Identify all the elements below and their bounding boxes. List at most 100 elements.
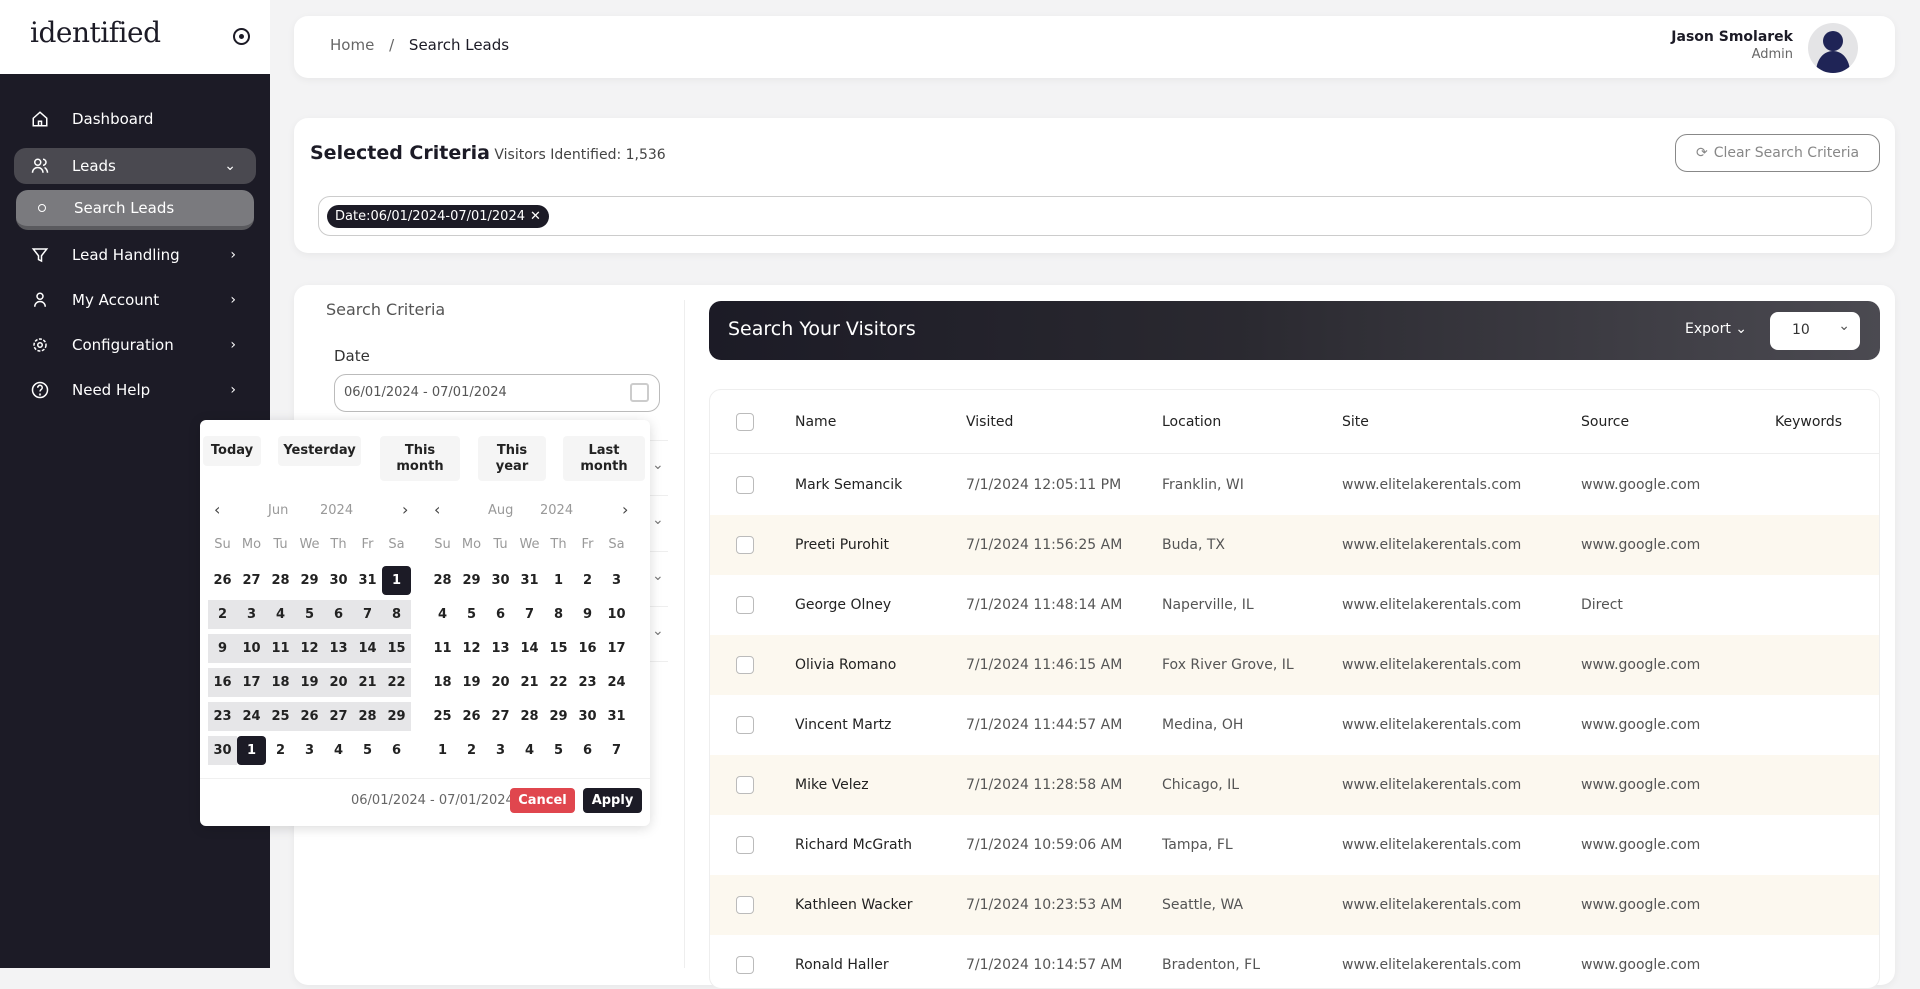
calendar-day[interactable]: 18 [266, 668, 295, 697]
sidebar-item-my-account[interactable]: My Account › [14, 282, 256, 318]
calendar-day[interactable]: 27 [324, 702, 353, 731]
select-all-checkbox[interactable] [736, 412, 754, 431]
preset-last-month[interactable]: Last month [563, 436, 645, 481]
calendar-day[interactable]: 19 [457, 668, 486, 697]
calendar-day[interactable]: 5 [457, 600, 486, 629]
calendar-day[interactable]: 23 [573, 668, 602, 697]
prev-month-icon[interactable]: ‹ [214, 500, 220, 519]
calendar-day[interactable]: 4 [428, 600, 457, 629]
calendar-day[interactable]: 6 [573, 736, 602, 765]
calendar-day[interactable]: 20 [486, 668, 515, 697]
column-header-site[interactable]: Site [1342, 414, 1369, 430]
calendar-day[interactable]: 22 [544, 668, 573, 697]
calendar-day[interactable]: 9 [208, 634, 237, 663]
calendar-day[interactable]: 1 [544, 566, 573, 595]
calendar-day[interactable]: 26 [295, 702, 324, 731]
chevron-down-icon[interactable]: ⌄ [652, 568, 664, 584]
sidebar-item-leads[interactable]: Leads ⌄ [14, 148, 256, 184]
calendar-day[interactable]: 25 [428, 702, 457, 731]
calendar-day[interactable]: 24 [237, 702, 266, 731]
calendar-day[interactable]: 28 [353, 702, 382, 731]
calendar-day[interactable]: 17 [237, 668, 266, 697]
calendar-day[interactable]: 11 [266, 634, 295, 663]
calendar-day[interactable]: 10 [602, 600, 631, 629]
row-checkbox[interactable] [736, 716, 754, 734]
column-header-source[interactable]: Source [1581, 414, 1629, 430]
calendar-day[interactable]: 5 [295, 600, 324, 629]
sidebar-item-need-help[interactable]: Need Help › [14, 372, 256, 408]
calendar-day[interactable]: 3 [486, 736, 515, 765]
next-month-icon[interactable]: › [622, 500, 628, 519]
row-checkbox[interactable] [736, 656, 754, 674]
date-range-input[interactable]: 06/01/2024 - 07/01/2024 [334, 374, 660, 412]
calendar-day[interactable]: 28 [515, 702, 544, 731]
row-checkbox[interactable] [736, 776, 754, 794]
calendar-day[interactable]: 14 [515, 634, 544, 663]
row-checkbox[interactable] [736, 956, 754, 974]
calendar-day[interactable]: 24 [602, 668, 631, 697]
calendar-day[interactable]: 9 [573, 600, 602, 629]
calendar-day[interactable]: 7 [515, 600, 544, 629]
criteria-chip-input[interactable]: Date:06/01/2024-07/01/2024 ✕ [318, 196, 1872, 236]
calendar-day[interactable]: 26 [457, 702, 486, 731]
calendar-day[interactable]: 7 [353, 600, 382, 629]
preset-today[interactable]: Today [203, 436, 261, 466]
calendar-day[interactable]: 25 [266, 702, 295, 731]
calendar-day[interactable]: 12 [295, 634, 324, 663]
calendar-day[interactable]: 18 [428, 668, 457, 697]
month-label[interactable]: Aug [488, 503, 513, 518]
chevron-down-icon[interactable]: ⌄ [652, 457, 664, 473]
calendar-day[interactable]: 30 [208, 736, 237, 765]
calendar-day[interactable]: 5 [544, 736, 573, 765]
calendar-day[interactable]: 11 [428, 634, 457, 663]
calendar-day[interactable]: 12 [457, 634, 486, 663]
calendar-day[interactable]: 28 [266, 566, 295, 595]
chevron-down-icon[interactable]: ⌄ [652, 623, 664, 639]
calendar-day[interactable]: 20 [324, 668, 353, 697]
clear-search-criteria-button[interactable]: ⟳ Clear Search Criteria [1675, 134, 1880, 172]
row-checkbox[interactable] [736, 596, 754, 614]
calendar-day[interactable]: 30 [573, 702, 602, 731]
calendar-day[interactable]: 7 [602, 736, 631, 765]
calendar-day[interactable]: 15 [382, 634, 411, 663]
chip-remove-icon[interactable]: ✕ [530, 209, 541, 224]
row-checkbox[interactable] [736, 476, 754, 494]
calendar-day[interactable]: 13 [324, 634, 353, 663]
sidebar-item-configuration[interactable]: Configuration › [14, 327, 256, 363]
calendar-day[interactable]: 30 [486, 566, 515, 595]
calendar-day[interactable]: 5 [353, 736, 382, 765]
calendar-day[interactable]: 2 [457, 736, 486, 765]
calendar-day[interactable]: 4 [266, 600, 295, 629]
preset-this-year[interactable]: This year [478, 436, 546, 481]
table-row[interactable]: George Olney 7/1/2024 11:48:14 AM Napervil… [710, 575, 1879, 635]
breadcrumb-home[interactable]: Home [330, 36, 374, 54]
calendar-day[interactable]: 2 [266, 736, 295, 765]
calendar-day[interactable]: 29 [544, 702, 573, 731]
apply-button[interactable]: Apply [583, 788, 642, 813]
column-header-name[interactable]: Name [795, 414, 836, 430]
calendar-day[interactable]: 10 [237, 634, 266, 663]
calendar-day[interactable]: 23 [208, 702, 237, 731]
table-row[interactable]: Mark Semancik 7/1/2024 12:05:11 PM Frankli… [710, 455, 1879, 515]
calendar-day[interactable]: 21 [353, 668, 382, 697]
row-checkbox[interactable] [736, 836, 754, 854]
calendar-day[interactable]: 13 [486, 634, 515, 663]
table-row[interactable]: Mike Velez 7/1/2024 11:28:58 AM Chicago, I… [710, 755, 1879, 815]
prev-month-icon[interactable]: ‹ [434, 500, 440, 519]
column-header-location[interactable]: Location [1162, 414, 1221, 430]
calendar-day[interactable]: 15 [544, 634, 573, 663]
calendar-day[interactable]: 31 [602, 702, 631, 731]
calendar-day[interactable]: 30 [324, 566, 353, 595]
calendar-day[interactable]: 8 [544, 600, 573, 629]
calendar-day[interactable]: 2 [573, 566, 602, 595]
calendar-day[interactable]: 17 [602, 634, 631, 663]
table-row[interactable]: Olivia Romano 7/1/2024 11:46:15 AM Fox Riv… [710, 635, 1879, 695]
calendar-day[interactable]: 22 [382, 668, 411, 697]
calendar-day[interactable]: 1 [382, 566, 411, 595]
calendar-day[interactable]: 6 [382, 736, 411, 765]
calendar-day[interactable]: 1 [428, 736, 457, 765]
next-month-icon[interactable]: › [402, 500, 408, 519]
calendar-day[interactable]: 6 [486, 600, 515, 629]
calendar-day[interactable]: 28 [428, 566, 457, 595]
calendar-icon[interactable] [630, 383, 649, 402]
